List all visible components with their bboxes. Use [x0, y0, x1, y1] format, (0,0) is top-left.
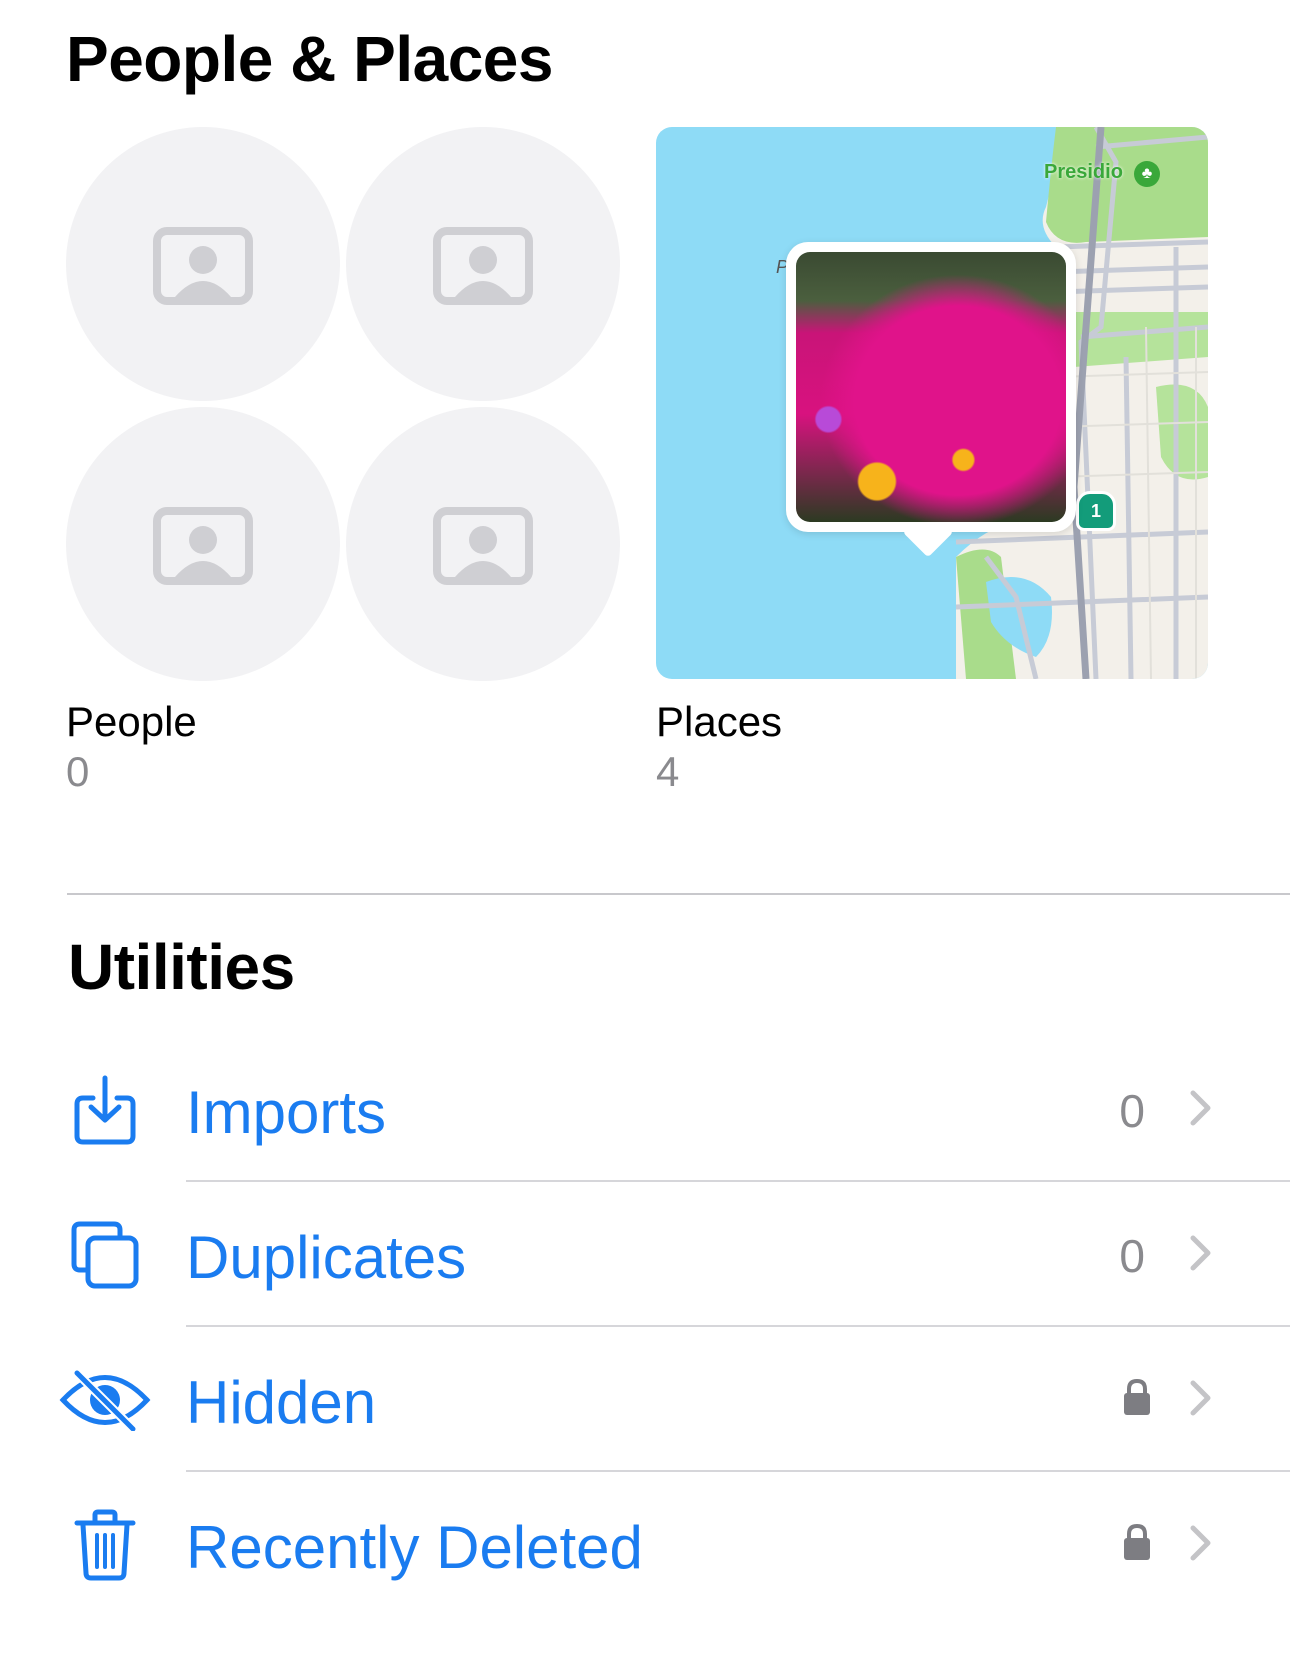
people-count: 0 — [66, 748, 90, 795]
person-placeholder — [346, 407, 620, 681]
person-placeholder — [346, 127, 620, 401]
person-placeholder — [66, 407, 340, 681]
import-tray-icon — [55, 1074, 155, 1146]
places-label[interactable]: Places — [656, 698, 782, 746]
person-placeholder-icon — [153, 507, 253, 585]
row-label: Hidden — [186, 1369, 377, 1436]
utility-row-recently-deleted[interactable]: Recently Deleted — [0, 1473, 1290, 1617]
utility-row-imports[interactable]: Imports 0 — [0, 1038, 1290, 1182]
people-places-title: People & Places — [66, 23, 553, 95]
route-shield: 1 — [1076, 491, 1116, 531]
photo-callout[interactable] — [786, 242, 1076, 558]
lock-icon — [1123, 1378, 1151, 1421]
duplicates-icon — [55, 1219, 155, 1291]
utility-row-duplicates[interactable]: Duplicates 0 — [0, 1183, 1290, 1327]
places-count: 4 — [656, 748, 680, 795]
chevron-right-icon — [1190, 1380, 1212, 1421]
row-label: Imports — [186, 1079, 387, 1146]
eye-slash-icon — [55, 1364, 155, 1436]
section-divider — [67, 893, 1290, 895]
row-count: 0 — [1119, 1230, 1145, 1282]
people-label[interactable]: People — [66, 698, 197, 746]
poi-label: Presidio — [1044, 161, 1123, 183]
row-separator — [186, 1325, 1290, 1327]
lock-icon — [1123, 1523, 1151, 1566]
chevron-right-icon — [1190, 1525, 1212, 1566]
utilities-title: Utilities — [68, 931, 295, 1003]
people-album[interactable] — [66, 127, 622, 683]
row-separator — [186, 1180, 1290, 1182]
flower-photo-thumbnail — [796, 252, 1066, 522]
person-placeholder-icon — [433, 227, 533, 305]
row-label: Recently Deleted — [186, 1514, 643, 1581]
trash-icon — [55, 1509, 155, 1581]
utility-row-hidden[interactable]: Hidden — [0, 1328, 1290, 1472]
park-tree-icon: ♣ — [1134, 161, 1160, 187]
person-placeholder-icon — [433, 507, 533, 585]
row-label: Duplicates — [186, 1224, 467, 1291]
chevron-right-icon — [1190, 1090, 1212, 1131]
person-placeholder — [66, 127, 340, 401]
row-count: 0 — [1119, 1085, 1145, 1137]
places-map[interactable]: Presidio ♣ P 1 — [656, 127, 1208, 679]
chevron-right-icon — [1190, 1235, 1212, 1276]
person-placeholder-icon — [153, 227, 253, 305]
row-separator — [186, 1470, 1290, 1472]
